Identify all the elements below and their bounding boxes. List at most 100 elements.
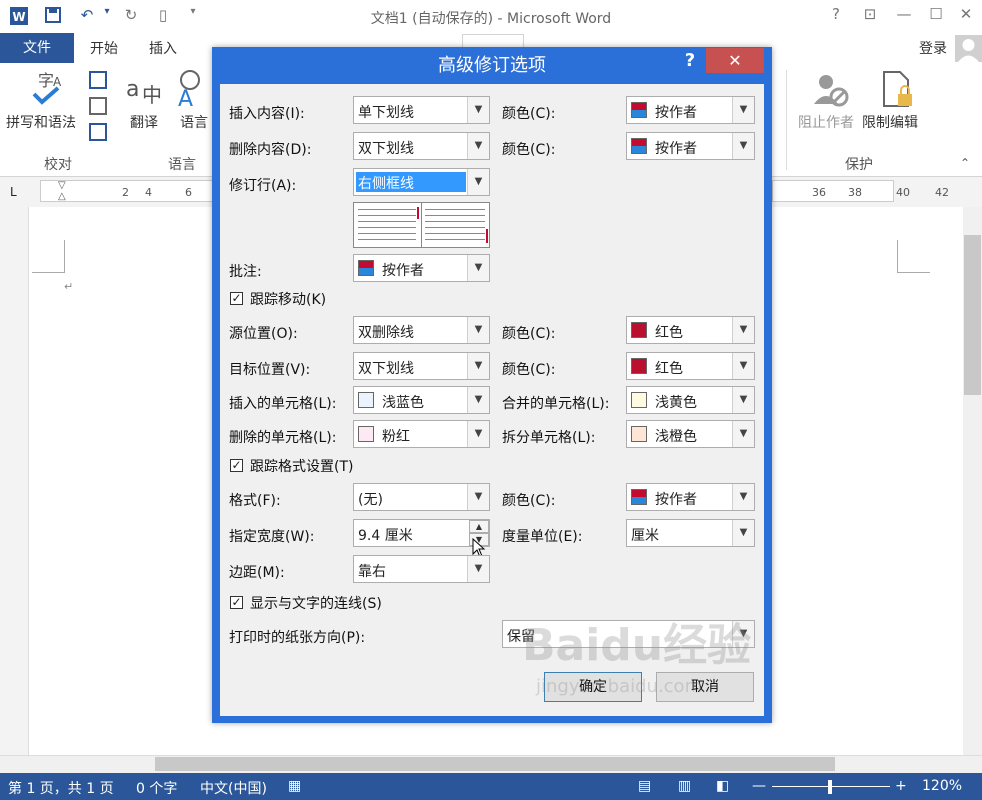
help-button[interactable]: ? — [824, 5, 848, 27]
dialog-close-button[interactable]: ✕ — [706, 48, 764, 73]
tab-home[interactable]: 开始 — [90, 38, 118, 58]
word-count[interactable]: 0 个字 — [136, 778, 177, 798]
vertical-scroll-thumb[interactable] — [964, 235, 981, 395]
translate-button[interactable]: 翻译 — [130, 112, 158, 132]
deletions-combo[interactable]: 双下划线 ▼ — [353, 132, 490, 160]
changed-lines-preview — [353, 202, 490, 248]
tab-selector-icon[interactable]: L — [10, 185, 17, 199]
ribbon-display-icon[interactable]: ⊡ — [858, 5, 882, 27]
track-formatting-label[interactable]: 跟踪格式设置(T) — [250, 456, 353, 476]
chevron-down-icon[interactable]: ▼ — [732, 317, 754, 343]
merged-cells-label: 合并的单元格(L): — [502, 396, 610, 412]
tab-insert[interactable]: 插入 — [149, 38, 177, 58]
spelling-icon: 字A — [26, 68, 66, 108]
deleted-cells-color-value: 粉红 — [382, 429, 410, 445]
track-moves-checkbox[interactable]: ✓ — [230, 292, 243, 305]
zoom-slider-handle[interactable] — [828, 780, 832, 794]
spell-check-button[interactable]: 拼写和语法 — [6, 112, 76, 132]
collapse-ribbon-icon[interactable]: ⌃ — [960, 156, 970, 170]
language-status[interactable]: 中文(中国) — [200, 778, 267, 798]
avatar[interactable] — [955, 35, 982, 62]
chevron-down-icon[interactable]: ▼ — [732, 421, 754, 447]
chevron-down-icon[interactable]: ▼ — [467, 387, 489, 413]
merged-cells-color-value: 浅黄色 — [655, 395, 697, 411]
macro-recording-icon[interactable]: ▦ — [288, 778, 301, 794]
maximize-icon[interactable]: ☐ — [924, 5, 948, 27]
moved-to-color-combo[interactable]: 红色 ▼ — [626, 352, 755, 380]
inserted-cells-color-value: 浅蓝色 — [382, 395, 424, 411]
formatting-value: (无) — [358, 492, 383, 508]
watermark-url: jingyan.baidu.com — [535, 676, 702, 697]
language-button[interactable]: 语言 — [180, 112, 208, 132]
split-cells-color-combo[interactable]: 浅橙色 ▼ — [626, 420, 755, 448]
svg-text:A: A — [53, 75, 62, 89]
formatting-combo[interactable]: (无) ▼ — [353, 483, 490, 511]
deletions-color-combo[interactable]: 按作者 ▼ — [626, 132, 755, 160]
web-layout-icon[interactable]: ◧ — [716, 778, 729, 794]
indent-marker-icon[interactable]: ▽ △ — [58, 180, 66, 202]
chevron-down-icon[interactable]: ▼ — [467, 484, 489, 510]
zoom-level[interactable]: 120% — [922, 778, 962, 794]
chevron-down-icon[interactable]: ▼ — [467, 317, 489, 343]
chevron-down-icon[interactable]: ▼ — [732, 484, 754, 510]
insertions-label: 插入内容(I): — [229, 106, 305, 122]
zoom-out-icon[interactable]: — — [752, 778, 766, 794]
chevron-down-icon[interactable]: ▼ — [732, 353, 754, 379]
restrict-editing-button[interactable]: 限制编辑 — [862, 112, 918, 132]
ruler-text-area-left — [40, 180, 220, 202]
read-mode-icon[interactable]: ▤ — [638, 778, 651, 794]
insertions-value: 单下划线 — [358, 105, 414, 121]
block-authors-button[interactable]: 阻止作者 — [798, 112, 854, 132]
comments-color-value: 按作者 — [382, 263, 424, 279]
chevron-down-icon[interactable]: ▼ — [467, 97, 489, 123]
insertions-color-combo[interactable]: 按作者 ▼ — [626, 96, 755, 124]
deleted-cells-color-combo[interactable]: 粉红 ▼ — [353, 420, 490, 448]
svg-text:a: a — [126, 77, 139, 102]
color-swatch — [631, 489, 647, 505]
svg-text:中: 中 — [142, 83, 162, 107]
chevron-down-icon[interactable]: ▼ — [732, 520, 754, 546]
page-count[interactable]: 第 1 页，共 1 页 — [8, 778, 114, 798]
color-swatch — [631, 102, 647, 118]
zoom-in-icon[interactable]: + — [895, 778, 907, 794]
measure-in-combo[interactable]: 厘米 ▼ — [626, 519, 755, 547]
minimize-icon[interactable]: — — [892, 5, 916, 27]
moved-to-color-label: 颜色(C): — [502, 362, 556, 378]
paragraph-mark: ↵ — [64, 280, 74, 293]
print-layout-icon[interactable]: ▥ — [678, 778, 691, 794]
chevron-down-icon[interactable]: ▼ — [467, 353, 489, 379]
color-swatch — [631, 358, 647, 374]
sign-in-link[interactable]: 登录 — [919, 38, 947, 58]
track-formatting-checkbox[interactable]: ✓ — [230, 459, 243, 472]
dialog-help-button[interactable]: ? — [680, 50, 700, 76]
show-lines-checkbox[interactable]: ✓ — [230, 596, 243, 609]
comments-color-combo[interactable]: 按作者 ▼ — [353, 254, 490, 282]
close-window-icon[interactable]: ✕ — [954, 5, 978, 27]
moved-from-color-combo[interactable]: 红色 ▼ — [626, 316, 755, 344]
merged-cells-color-combo[interactable]: 浅黄色 ▼ — [626, 386, 755, 414]
spin-up-icon[interactable]: ▲ — [469, 520, 489, 533]
chevron-down-icon[interactable]: ▼ — [467, 421, 489, 447]
color-swatch — [631, 322, 647, 338]
inserted-cells-color-combo[interactable]: 浅蓝色 ▼ — [353, 386, 490, 414]
moved-to-combo[interactable]: 双下划线 ▼ — [353, 352, 490, 380]
chevron-down-icon[interactable]: ▼ — [467, 556, 489, 582]
chevron-down-icon[interactable]: ▼ — [732, 387, 754, 413]
thesaurus-icon[interactable] — [88, 70, 108, 150]
margin-combo[interactable]: 靠右 ▼ — [353, 555, 490, 583]
tab-file[interactable]: 文件 — [0, 33, 74, 63]
insertions-combo[interactable]: 单下划线 ▼ — [353, 96, 490, 124]
chevron-down-icon[interactable]: ▼ — [732, 133, 754, 159]
show-lines-label[interactable]: 显示与文字的连线(S) — [250, 593, 382, 613]
chevron-down-icon[interactable]: ▼ — [467, 255, 489, 281]
chevron-down-icon[interactable]: ▼ — [467, 133, 489, 159]
chevron-down-icon[interactable]: ▼ — [467, 169, 489, 195]
moved-from-combo[interactable]: 双删除线 ▼ — [353, 316, 490, 344]
chevron-down-icon[interactable]: ▼ — [732, 97, 754, 123]
track-moves-label[interactable]: 跟踪移动(K) — [250, 289, 326, 309]
changed-lines-combo[interactable]: 右侧框线 ▼ — [353, 168, 490, 196]
moved-to-color-value: 红色 — [655, 361, 683, 377]
horizontal-scroll-thumb[interactable] — [155, 757, 835, 771]
formatting-color-combo[interactable]: 按作者 ▼ — [626, 483, 755, 511]
color-swatch — [631, 392, 647, 408]
